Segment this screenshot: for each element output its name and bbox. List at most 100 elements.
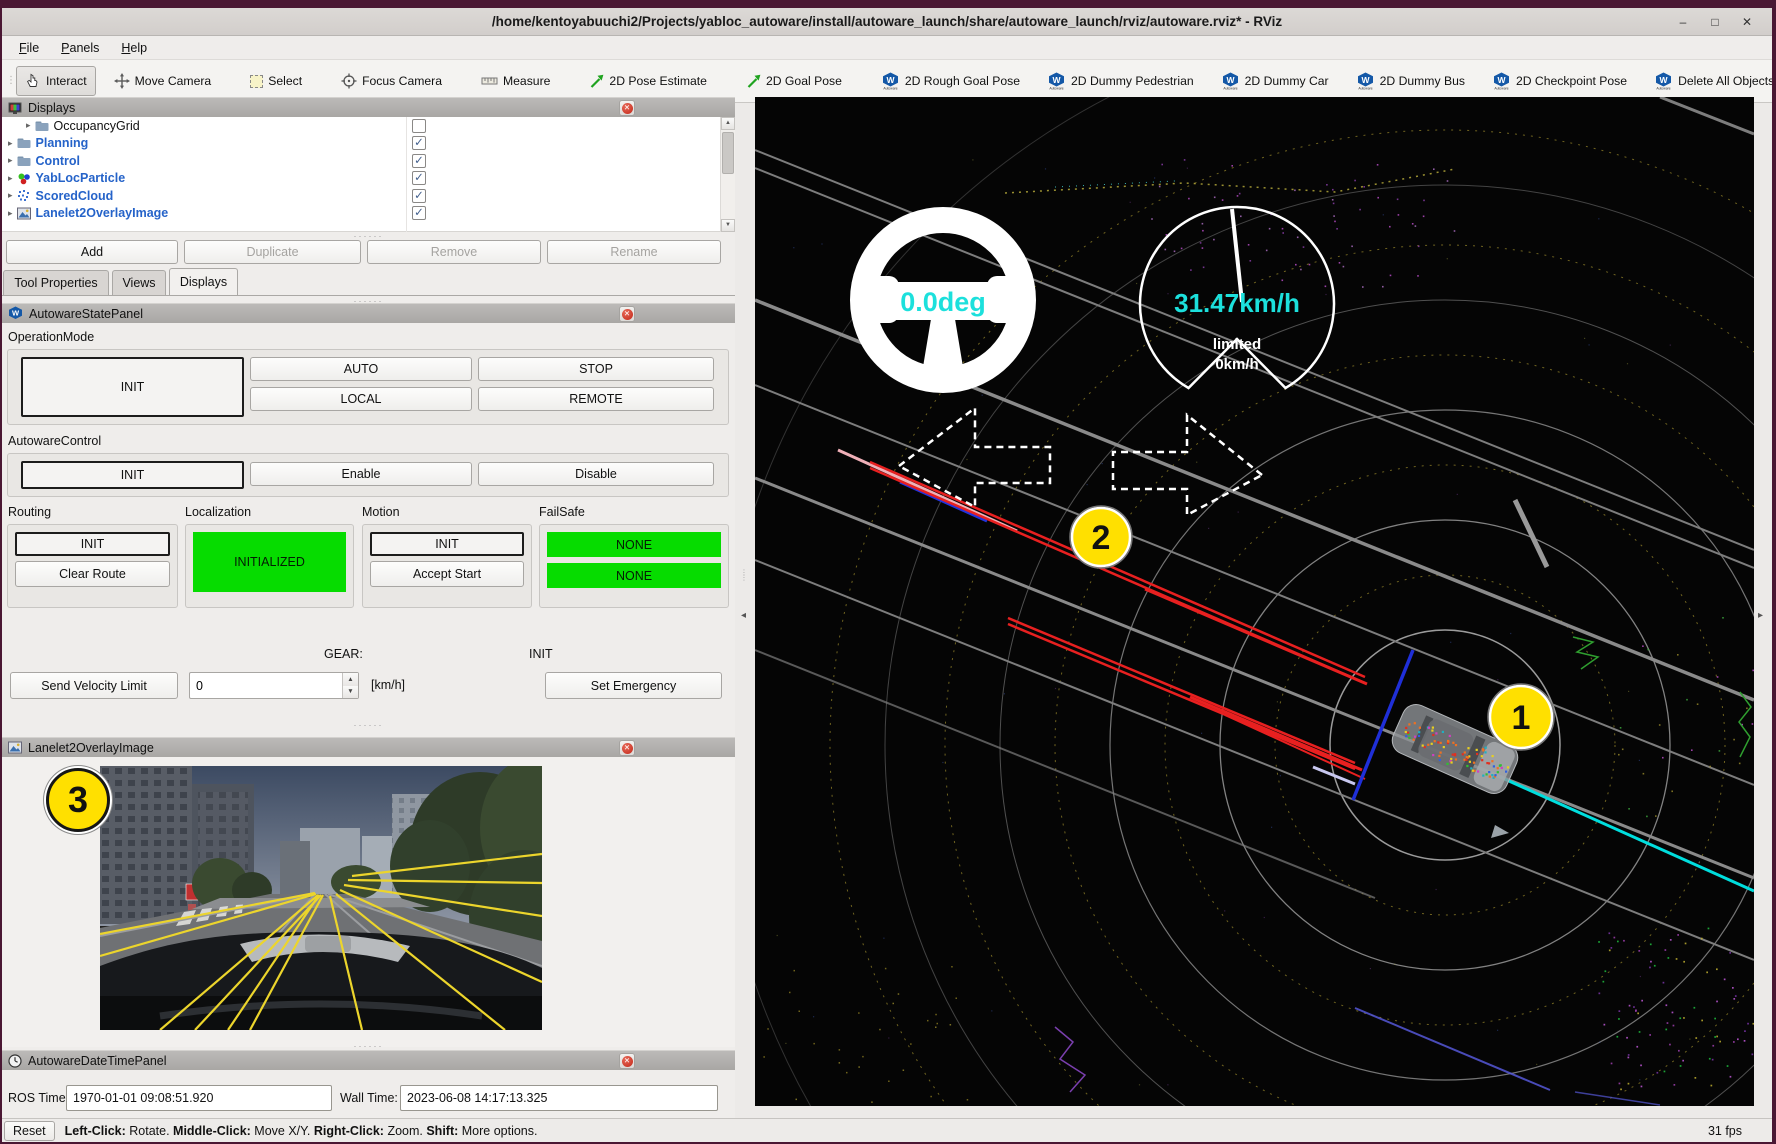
display-checkbox-1[interactable]: ✓: [412, 136, 426, 150]
failsafe-label: FailSafe: [539, 505, 585, 519]
image-panel-header[interactable]: Lanelet2OverlayImage ✕: [2, 737, 735, 757]
minimize-icon[interactable]: –: [1672, 12, 1694, 32]
splitter-handle[interactable]: ······: [2, 722, 735, 728]
displays-icon: [8, 101, 22, 115]
auto-button[interactable]: AUTO: [250, 357, 472, 381]
splitter-handle[interactable]: ······: [2, 1043, 735, 1049]
accept-start-button[interactable]: Accept Start: [370, 561, 524, 587]
remove-display-button[interactable]: Remove: [367, 240, 541, 264]
window-border: [1772, 0, 1776, 1144]
collapse-left-arrow[interactable]: ◂: [741, 610, 746, 621]
scroll-thumb[interactable]: [722, 132, 734, 174]
tool-2d-dummy-pedestrian[interactable]: WAutoware 2D Dummy Pedestrian: [1038, 65, 1203, 97]
menu-help[interactable]: Help: [112, 39, 156, 57]
velocity-limit-input[interactable]: [194, 673, 324, 698]
tool-2d-dummy-car[interactable]: WAutoware 2D Dummy Car: [1212, 65, 1338, 97]
3d-viewport[interactable]: 0.0deg 31.47km/h limited 0km/h 2: [755, 97, 1754, 1106]
callout-marker-2: 2: [1070, 506, 1132, 568]
tool-2d-dummy-bus[interactable]: WAutoware 2D Dummy Bus: [1347, 65, 1474, 97]
expand-arrow-icon[interactable]: ▸: [8, 173, 13, 184]
menu-panels[interactable]: Panels: [52, 39, 108, 57]
close-icon[interactable]: ✕: [1736, 12, 1758, 32]
tool-focus-camera[interactable]: Focus Camera: [332, 66, 451, 96]
displays-panel-header[interactable]: Displays ✕: [2, 97, 735, 117]
scroll-down-icon[interactable]: ▼: [721, 219, 735, 232]
expand-arrow-icon[interactable]: ▸: [26, 120, 31, 131]
autoware-icon: WAutoware: [881, 72, 900, 90]
set-emergency-button[interactable]: Set Emergency: [545, 672, 722, 699]
svg-text:W: W: [1497, 75, 1506, 85]
local-button[interactable]: LOCAL: [250, 387, 472, 411]
title-bar[interactable]: /home/kentoyabuuchi2/Projects/yabloc_aut…: [2, 8, 1772, 36]
velocity-limit-spinner[interactable]: ▲▼: [189, 672, 359, 699]
tree-item-control[interactable]: ▸ Control ✓: [2, 152, 735, 170]
tree-scrollbar[interactable]: ▲ ▼: [720, 117, 735, 232]
expand-arrow-icon[interactable]: ▸: [8, 155, 13, 166]
close-icon: ✕: [622, 309, 633, 320]
close-panel-button[interactable]: ✕: [619, 740, 635, 756]
add-display-button[interactable]: Add: [6, 240, 178, 264]
expand-arrow-icon[interactable]: ▸: [8, 138, 13, 149]
spinner-arrows[interactable]: ▲▼: [342, 673, 358, 698]
green-arrow-icon: [589, 74, 604, 89]
duplicate-display-button[interactable]: Duplicate: [184, 240, 361, 264]
rename-display-button[interactable]: Rename: [547, 240, 721, 264]
wall-time-field[interactable]: [400, 1085, 718, 1111]
tree-item-occupancygrid[interactable]: ▸ OccupancyGrid: [2, 117, 735, 135]
tool-interact[interactable]: Interact: [16, 66, 96, 96]
reset-button[interactable]: Reset: [4, 1121, 55, 1141]
datetime-panel-header[interactable]: AutowareDateTimePanel ✕: [2, 1050, 735, 1070]
maximize-icon[interactable]: □: [1704, 12, 1726, 32]
routing-state[interactable]: INIT: [15, 532, 170, 556]
display-checkbox-3[interactable]: ✓: [412, 171, 426, 185]
display-checkbox-5[interactable]: ✓: [412, 206, 426, 220]
select-box-icon: [250, 75, 263, 88]
stop-button[interactable]: STOP: [478, 357, 714, 381]
tool-2d-checkpoint-pose[interactable]: WAutoware 2D Checkpoint Pose: [1483, 65, 1636, 97]
tool-move-camera[interactable]: Move Camera: [105, 66, 221, 96]
disable-button[interactable]: Disable: [478, 462, 714, 486]
tab-views[interactable]: Views: [112, 270, 166, 295]
camera-overlay-image: [100, 766, 542, 1030]
gear-label: GEAR:: [324, 647, 363, 661]
tree-item-lanelet2overlayimage[interactable]: ▸ Lanelet2OverlayImage ✓: [2, 205, 735, 223]
menu-file[interactable]: File: [10, 39, 48, 57]
tool-measure[interactable]: Measure: [472, 67, 559, 95]
tool-2d-rough-goal-pose[interactable]: WAutoware 2D Rough Goal Pose: [872, 65, 1029, 97]
splitter-handle[interactable]: ······: [2, 233, 735, 239]
toolbar-drag-handle[interactable]: ⋮⋮: [6, 79, 14, 83]
motion-state[interactable]: INIT: [370, 532, 524, 556]
tree-item-planning[interactable]: ▸ Planning ✓: [2, 135, 735, 153]
tool-2d-goal-pose[interactable]: 2D Goal Pose: [737, 67, 851, 96]
expand-arrow-icon[interactable]: ▸: [8, 208, 13, 219]
scroll-up-icon[interactable]: ▲: [721, 117, 735, 130]
tab-tool-properties[interactable]: Tool Properties: [3, 270, 109, 295]
splitter-dots[interactable]: ⋮⋮: [740, 570, 748, 580]
tree-item-yablocparticle[interactable]: ▸ YabLocParticle ✓: [2, 170, 735, 188]
operation-mode-state[interactable]: INIT: [21, 357, 244, 417]
close-panel-button[interactable]: ✕: [619, 100, 635, 116]
displays-tree[interactable]: ▸ OccupancyGrid ▸ Planning ✓ ▸ Control ✓…: [2, 117, 735, 232]
tool-2d-pose-estimate[interactable]: 2D Pose Estimate: [580, 67, 716, 96]
expand-arrow-icon[interactable]: ▸: [8, 190, 13, 201]
callout-marker-1: 1: [1488, 684, 1554, 750]
close-panel-button[interactable]: ✕: [619, 1053, 635, 1069]
autoware-control-state[interactable]: INIT: [21, 461, 244, 489]
display-checkbox-0[interactable]: [412, 119, 426, 133]
tab-displays[interactable]: Displays: [169, 268, 238, 295]
tool-select[interactable]: Select: [241, 67, 311, 95]
callout-marker-3: 3: [46, 768, 110, 832]
enable-button[interactable]: Enable: [250, 462, 472, 486]
send-velocity-limit-button[interactable]: Send Velocity Limit: [10, 672, 178, 699]
clear-route-button[interactable]: Clear Route: [15, 561, 170, 587]
close-panel-button[interactable]: ✕: [619, 306, 635, 322]
svg-text:Autoware: Autoware: [883, 86, 897, 90]
remote-button[interactable]: REMOTE: [478, 387, 714, 411]
tree-item-scoredcloud[interactable]: ▸ ScoredCloud ✓: [2, 187, 735, 205]
display-checkbox-2[interactable]: ✓: [412, 154, 426, 168]
tool-delete-all-objects[interactable]: WAutoware Delete All Objects: [1645, 65, 1776, 97]
display-checkbox-4[interactable]: ✓: [412, 189, 426, 203]
state-panel-header[interactable]: W AutowareStatePanel ✕: [2, 303, 735, 323]
ros-time-field[interactable]: [66, 1085, 332, 1111]
collapse-right-arrow[interactable]: ▸: [1758, 610, 1763, 621]
